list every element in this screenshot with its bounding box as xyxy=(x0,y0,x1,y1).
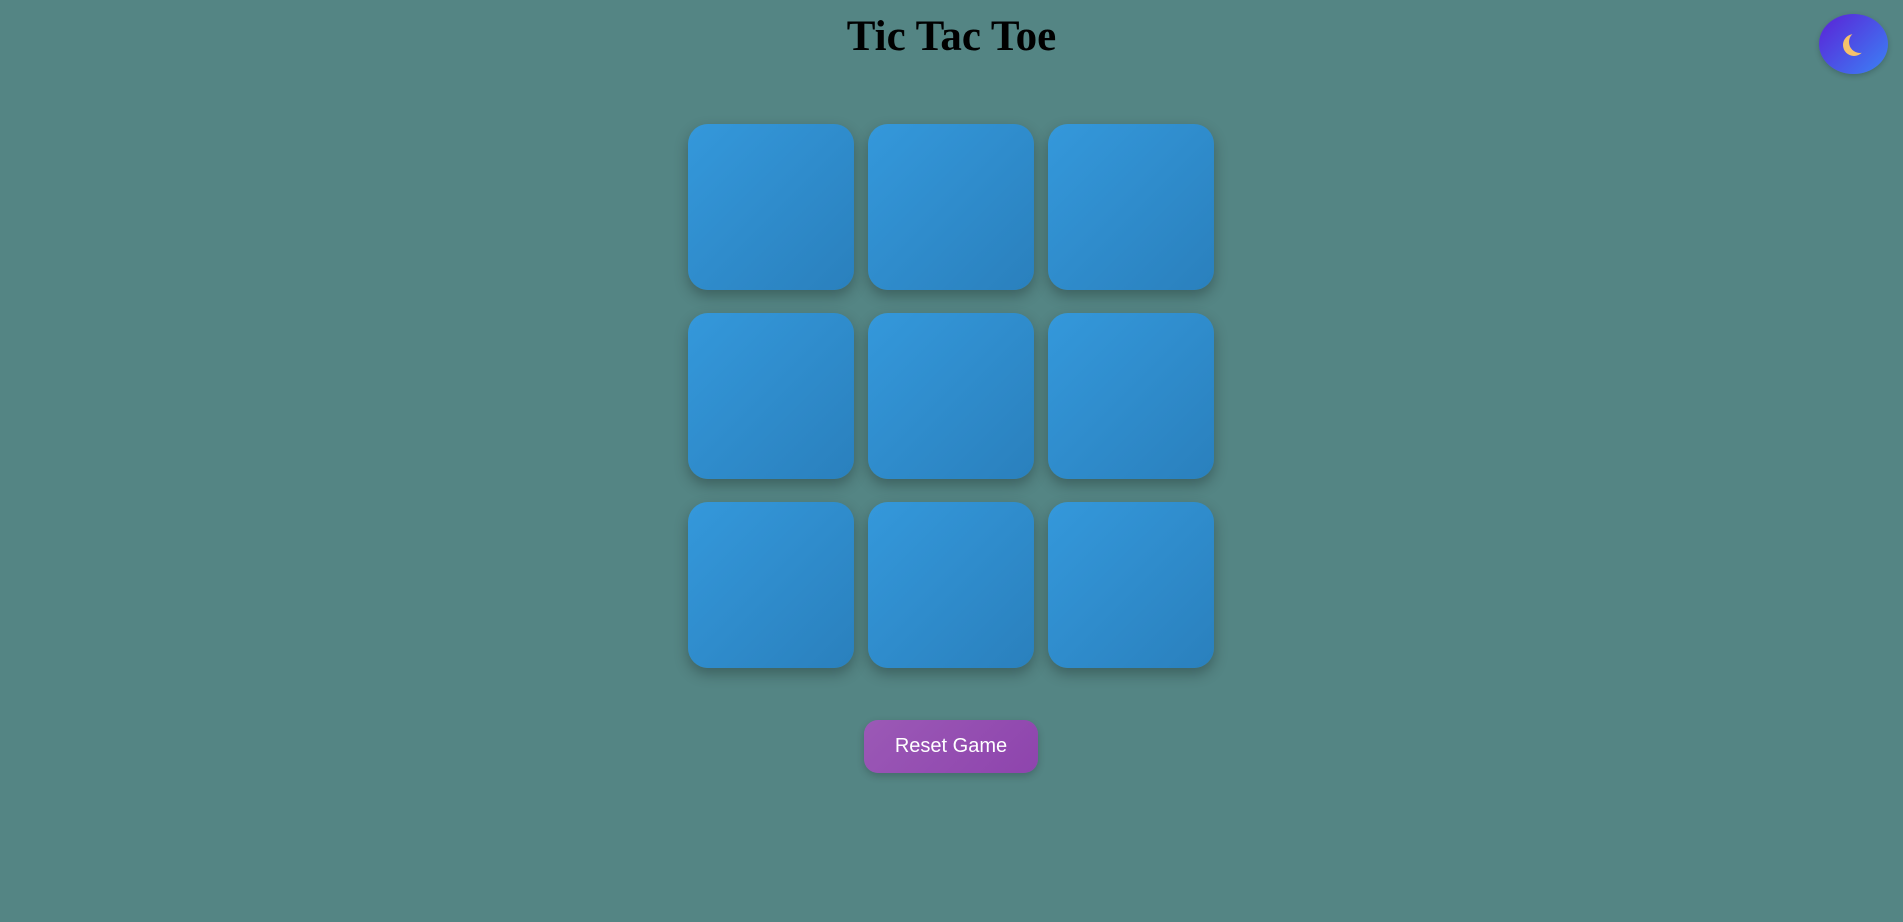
board-cell-5[interactable] xyxy=(868,313,1034,479)
game-board xyxy=(688,124,1214,668)
board-cell-3[interactable] xyxy=(1048,124,1214,290)
board-cell-1[interactable] xyxy=(688,124,854,290)
board-cell-9[interactable] xyxy=(1048,502,1214,668)
moon-icon xyxy=(1849,31,1871,53)
board-cell-2[interactable] xyxy=(868,124,1034,290)
board-cell-4[interactable] xyxy=(688,313,854,479)
board-cell-6[interactable] xyxy=(1048,313,1214,479)
page-title: Tic Tac Toe xyxy=(846,13,1057,60)
reset-game-button[interactable]: Reset Game xyxy=(864,720,1038,773)
board-cell-7[interactable] xyxy=(688,502,854,668)
theme-toggle-button[interactable] xyxy=(1819,14,1888,74)
board-cell-8[interactable] xyxy=(868,502,1034,668)
